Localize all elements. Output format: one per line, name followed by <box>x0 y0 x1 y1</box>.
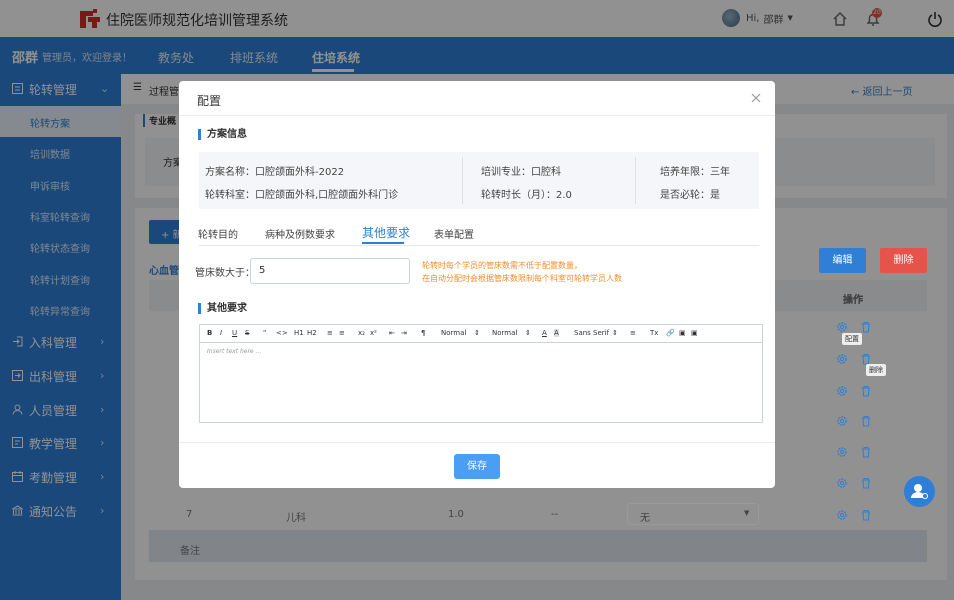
bold-button[interactable]: B <box>207 329 212 337</box>
gear-icon[interactable] <box>836 509 848 521</box>
tab-rotation-goal[interactable]: 轮转目的 <box>198 226 238 241</box>
plan-name: 方案名称：口腔颌面外科-2022 <box>205 167 345 178</box>
tab-disease-requirements[interactable]: 病种及例数要求 <box>265 226 335 241</box>
gear-icon[interactable] <box>836 415 848 427</box>
beds-input[interactable]: 5 <box>250 258 410 284</box>
code-button[interactable]: <> <box>276 329 288 337</box>
row-dash: -- <box>551 509 559 520</box>
close-icon[interactable] <box>751 93 761 103</box>
gear-icon[interactable] <box>836 385 848 397</box>
beds-label: 管床数大于： <box>195 268 255 279</box>
font-select[interactable]: Sans Serif <box>574 329 609 337</box>
h1-button[interactable]: H1 <box>294 329 304 337</box>
gear-icon[interactable] <box>836 353 848 365</box>
gear-icon[interactable] <box>836 477 848 489</box>
tooltip-config: 配置 <box>842 333 862 345</box>
modal-title: 配置 <box>197 94 222 108</box>
header-select[interactable]: Normal <box>492 329 517 337</box>
font-color-button[interactable]: A <box>542 329 547 337</box>
row-select[interactable]: 无 ▼ <box>627 503 759 525</box>
remark-label: 备注 <box>180 546 200 557</box>
superscript-button[interactable]: x² <box>370 329 377 337</box>
direction-button[interactable]: ¶ <box>421 329 425 337</box>
editor-placeholder[interactable]: Insert text here ... <box>207 348 261 355</box>
tab-other-requirements[interactable]: 其他要求 <box>362 224 410 241</box>
chat-fab-button[interactable] <box>904 476 935 507</box>
blockquote-button[interactable]: " <box>263 329 266 337</box>
divider <box>462 157 463 204</box>
trash-icon[interactable] <box>860 415 872 427</box>
row-number: 7 <box>186 509 193 520</box>
select-arrows-icon: ⇕ <box>525 329 531 337</box>
other-req-title: 其他要求 <box>198 303 247 314</box>
outdent-button[interactable]: ⇤ <box>389 329 395 337</box>
delete-button[interactable]: 删除 <box>880 248 927 273</box>
trash-icon[interactable] <box>860 321 872 333</box>
trash-icon[interactable] <box>860 446 872 458</box>
clear-format-button[interactable]: Tx <box>650 329 658 337</box>
gear-icon[interactable] <box>836 321 848 333</box>
plan-specialty: 培训专业：口腔科 <box>481 167 561 178</box>
row-duration: 1.0 <box>448 509 464 520</box>
row-dept: 儿科 <box>286 513 306 524</box>
config-modal: 配置 方案信息 方案名称：口腔颌面外科-2022 培训专业：口腔科 培养年限：三… <box>179 81 775 488</box>
rich-text-editor: B I U S " <> H1 H2 ≡ ≡ x₂ x² ⇤ ⇥ ¶ Norma… <box>199 324 763 423</box>
trash-icon[interactable] <box>860 477 872 489</box>
user-support-icon <box>911 484 928 499</box>
align-button[interactable]: ≡ <box>630 329 636 337</box>
plan-info-title: 方案信息 <box>198 129 247 140</box>
subscript-button[interactable]: x₂ <box>358 329 365 337</box>
rotation-duration: 轮转时长（月）：2.0 <box>481 190 572 201</box>
beds-hint-line1: 轮转时每个学员的管床数需不低于配置数量， <box>422 261 582 270</box>
underline-button[interactable]: U <box>232 329 237 337</box>
select-arrows-icon: ⇕ <box>474 329 480 337</box>
divider <box>635 157 636 204</box>
background-color-button[interactable]: A <box>554 329 559 337</box>
indent-button[interactable]: ⇥ <box>401 329 407 337</box>
divider <box>179 115 775 116</box>
ops-column-header: 操作 <box>843 295 863 306</box>
plan-info-box: 方案名称：口腔颌面外科-2022 培训专业：口腔科 培养年限：三年 轮转科室：口… <box>199 152 759 209</box>
tooltip-delete: 删除 <box>866 364 886 376</box>
size-select[interactable]: Normal <box>441 329 466 337</box>
edit-button[interactable]: 编辑 <box>819 248 866 273</box>
ordered-list-button[interactable]: ≡ <box>327 329 333 337</box>
plan-years: 培养年限：三年 <box>660 167 730 178</box>
trash-icon[interactable] <box>860 385 872 397</box>
tab-form-config[interactable]: 表单配置 <box>434 226 474 241</box>
bullet-list-button[interactable]: ≡ <box>339 329 345 337</box>
save-button[interactable]: 保存 <box>454 454 500 479</box>
tab-divider <box>199 245 759 246</box>
active-tab-indicator <box>362 242 404 244</box>
row-select-value: 无 <box>640 513 650 524</box>
rotation-required: 是否必轮：是 <box>660 190 720 201</box>
h2-button[interactable]: H2 <box>307 329 317 337</box>
image-button[interactable]: ▣ <box>679 329 686 337</box>
beds-hint-line2: 在自动分配时会根据管床数限制每个科室可轮转学员人数 <box>422 274 622 283</box>
strike-button[interactable]: S <box>245 329 249 337</box>
link-button[interactable]: 🔗 <box>666 329 675 337</box>
gear-icon[interactable] <box>836 446 848 458</box>
rotation-depts: 轮转科室：口腔颌面外科,口腔颌面外科门诊 <box>205 190 399 201</box>
divider <box>179 442 775 443</box>
editor-toolbar: B I U S " <> H1 H2 ≡ ≡ x₂ x² ⇤ ⇥ ¶ Norma… <box>200 325 762 343</box>
italic-button[interactable]: I <box>220 329 222 337</box>
video-button[interactable]: ▣ <box>691 329 698 337</box>
caret-down-icon: ▼ <box>744 509 750 517</box>
select-arrows-icon: ⇕ <box>612 329 618 337</box>
trash-icon[interactable] <box>860 509 872 521</box>
